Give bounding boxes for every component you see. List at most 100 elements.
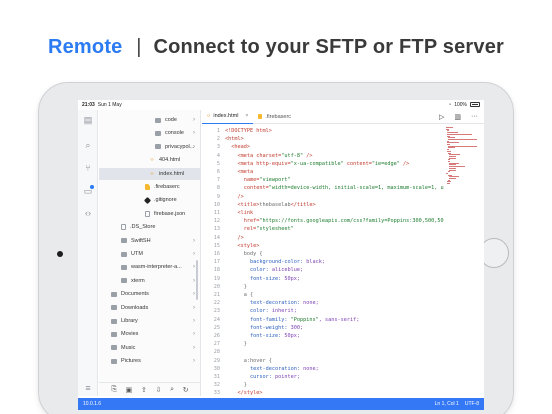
upload-icon[interactable]: ⇪ — [141, 386, 147, 394]
code-token: } — [243, 341, 247, 348]
tree-item-label: wasm-interpreter-a... — [131, 264, 182, 271]
file-encoding[interactable]: UTF-8 — [465, 401, 479, 407]
remote-status-dot — [90, 185, 94, 189]
tree-item[interactable]: .firebaserc — [99, 181, 201, 193]
tree-item[interactable]: Downloads › — [99, 302, 201, 314]
menu-icon[interactable]: ≡ — [82, 382, 94, 394]
source-control-icon[interactable]: ⑂ — [82, 162, 94, 174]
chevron-right-icon[interactable]: › — [193, 130, 195, 136]
html-file-icon: ‹› — [150, 157, 154, 164]
code-token: <title> — [237, 201, 260, 208]
chevron-right-icon[interactable]: › — [193, 117, 195, 123]
chevron-right-icon[interactable]: › — [193, 251, 195, 257]
html-file-icon: ‹› — [150, 170, 154, 177]
search-icon[interactable]: ⌕ — [82, 139, 94, 151]
code-line: content="width=device-width, initial-sca… — [225, 184, 444, 193]
code-token: black; — [306, 259, 325, 266]
code-icon[interactable]: ‹› — [82, 207, 94, 219]
tree-item[interactable]: xterm › — [99, 275, 201, 287]
code-token: name= — [243, 177, 260, 184]
new-file-icon[interactable]: ⎘ — [111, 386, 117, 394]
headline: Remote | Connect to your SFTP or FTP ser… — [0, 36, 552, 59]
code-token: font-size: — [250, 333, 285, 339]
code-token: <style> — [237, 242, 260, 249]
close-icon[interactable]: × — [245, 113, 248, 119]
tree-item[interactable]: UTM › — [99, 248, 201, 260]
download-icon[interactable]: ⇩ — [156, 386, 162, 394]
refresh-icon[interactable]: ↻ — [183, 386, 189, 394]
more-icon[interactable]: ··· — [471, 113, 478, 121]
camera — [57, 251, 63, 257]
code-token: "stylesheet" — [256, 226, 294, 233]
preview-icon[interactable]: ▥ — [454, 113, 461, 121]
minimap[interactable] — [446, 127, 482, 187]
folder-icon — [111, 318, 117, 324]
code-token: } — [243, 382, 247, 389]
chevron-right-icon[interactable]: › — [193, 291, 195, 297]
tree-item[interactable]: SwiftSH › — [99, 235, 201, 247]
tab-bar: ‹› index.html × .firebaserc ▷ ▥ ··· — [202, 110, 484, 124]
tree-item[interactable]: .gitignore — [99, 194, 201, 206]
remote-icon[interactable]: ▭ — [82, 185, 94, 197]
chevron-right-icon[interactable]: › — [193, 264, 195, 270]
html-file-icon: ‹› — [207, 113, 211, 119]
code-token: content= — [343, 160, 372, 167]
minimap-line — [446, 183, 450, 185]
tab-firebaserc[interactable]: .firebaserc — [253, 110, 296, 124]
chevron-right-icon[interactable]: › — [193, 278, 195, 284]
tree-item[interactable]: code › — [99, 114, 201, 126]
tree-item[interactable]: Music › — [99, 342, 201, 354]
search-icon[interactable]: ⌕ — [170, 386, 174, 394]
code-token: text-decoration: — [250, 365, 304, 372]
tree-item[interactable]: Library › — [99, 315, 201, 327]
code-token: <html> — [225, 136, 244, 143]
code-token: background-color: — [250, 259, 307, 266]
code-token: "x-ua-compatible" — [290, 160, 344, 167]
tree-item[interactable]: ‹› index.html — [99, 167, 201, 180]
cursor-position[interactable]: Ln 1, Col 1 — [435, 401, 459, 407]
new-folder-icon[interactable]: ▣ — [126, 386, 133, 394]
tree-item[interactable]: firebase.json — [99, 208, 201, 220]
tree-item[interactable]: wasm-interpreter-a... › — [99, 261, 201, 273]
code-token: body { — [243, 251, 263, 257]
tree-item[interactable]: Pictures › — [99, 355, 201, 367]
folder-icon — [111, 305, 117, 311]
chevron-right-icon[interactable]: › — [193, 358, 195, 364]
tree-item-label: console — [165, 130, 184, 137]
tree-item-label: index.html — [159, 170, 185, 177]
files-icon[interactable]: ▤ — [82, 114, 94, 126]
tab-index-html[interactable]: ‹› index.html × — [202, 110, 254, 124]
code-area[interactable]: <!DOCTYPE html> <html> <head> <meta chars… — [225, 125, 445, 396]
tree-item[interactable]: Documents › — [99, 288, 201, 300]
chevron-right-icon[interactable]: › — [193, 345, 195, 351]
tree-item[interactable]: ‹› 404.html — [99, 154, 201, 166]
code-token: a:hover { — [243, 357, 272, 364]
tree-item-label: UTM — [131, 251, 143, 257]
remote-host[interactable]: 10.0.1.6 — [83, 401, 101, 407]
chevron-right-icon[interactable]: › — [193, 238, 195, 244]
tree-item[interactable]: .DS_Store — [99, 221, 201, 233]
tree-item[interactable]: Movies › — [99, 328, 201, 340]
chevron-right-icon[interactable]: › — [193, 318, 195, 324]
tree-item[interactable]: privacypol... › — [99, 141, 201, 153]
scrollbar[interactable] — [196, 260, 198, 300]
play-icon[interactable]: ▷ — [439, 113, 444, 121]
code-token: <!DOCTYPE html> — [225, 128, 272, 134]
wifi-icon: ◔ — [448, 101, 452, 108]
chevron-right-icon[interactable]: › — [193, 331, 195, 337]
chevron-right-icon[interactable]: › — [193, 144, 195, 150]
tab-label: index.html — [213, 113, 239, 119]
chevron-right-icon[interactable]: › — [193, 305, 195, 311]
tree-item[interactable]: console › — [99, 127, 201, 139]
